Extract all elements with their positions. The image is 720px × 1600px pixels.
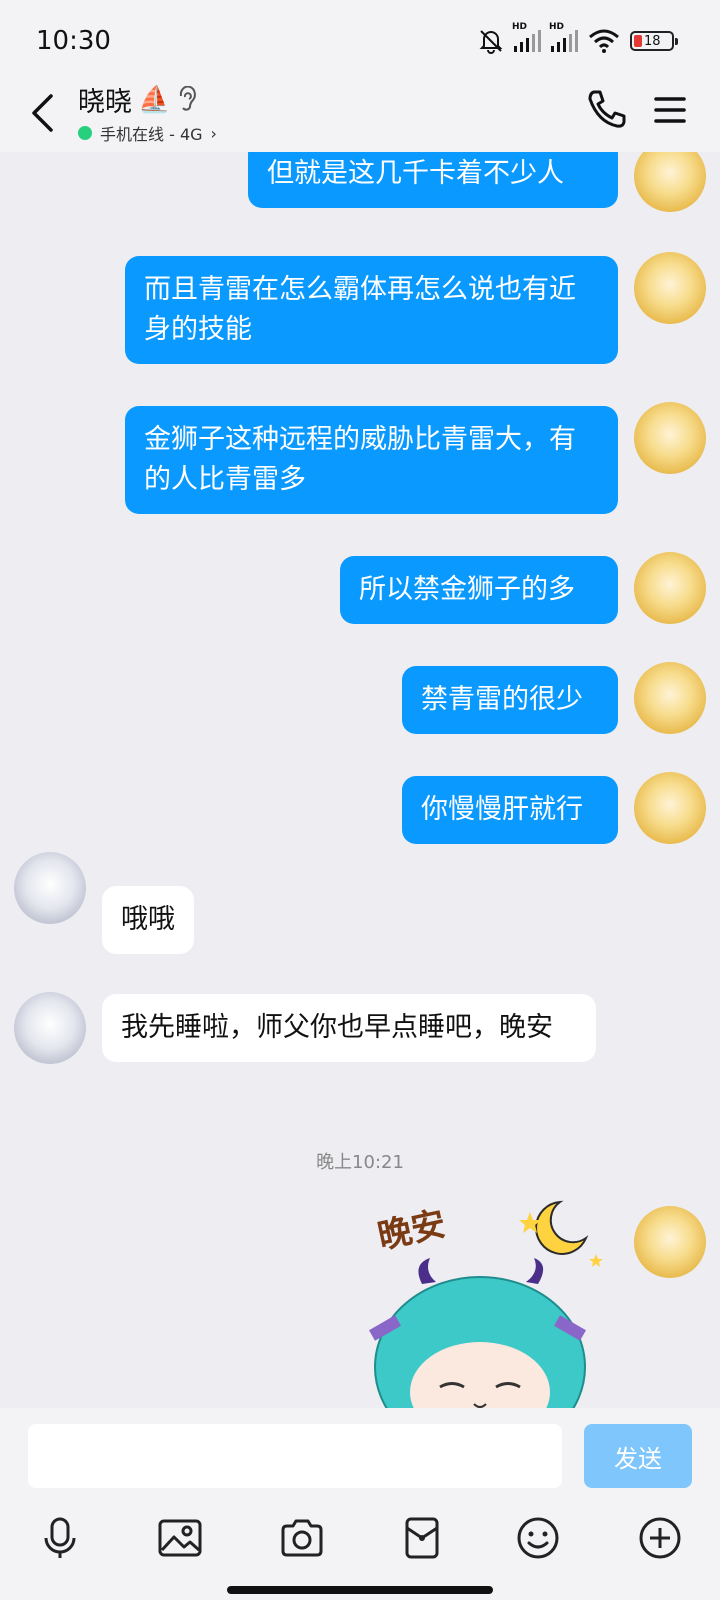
- online-status-dot: [78, 126, 92, 140]
- plus-circle-icon: [639, 1517, 681, 1559]
- message-bubble[interactable]: 你慢慢肝就行: [402, 776, 618, 844]
- emoji-button[interactable]: [510, 1510, 566, 1566]
- contact-avatar[interactable]: [14, 992, 86, 1064]
- online-status-text: 手机在线 - 4G: [100, 125, 203, 144]
- message-bubble[interactable]: 金狮子这种远程的威胁比青雷大，有的人比青雷多: [125, 406, 618, 514]
- battery-icon: 18: [630, 31, 678, 51]
- message-list[interactable]: 但就是这几千卡着不少人 而且青雷在怎么霸体再怎么说也有近身的技能 金狮子这种远程…: [0, 152, 720, 1408]
- back-button[interactable]: [22, 88, 62, 138]
- battery-level: 18: [644, 33, 661, 49]
- voice-call-button[interactable]: [584, 86, 630, 132]
- wifi-icon: [589, 29, 619, 53]
- contact-name: 晓晓: [78, 87, 132, 118]
- sticker-text: 晚安: [374, 1204, 449, 1257]
- message-bubble[interactable]: 禁青雷的很少: [402, 666, 618, 734]
- camera-icon: [281, 1519, 323, 1557]
- message-bubble[interactable]: 而且青雷在怎么霸体再怎么说也有近身的技能: [125, 256, 618, 364]
- self-avatar[interactable]: [634, 152, 706, 212]
- sticker-image-icon: 晚安: [369, 1200, 603, 1408]
- input-area: 发送: [0, 1408, 720, 1600]
- red-packet-icon: [405, 1517, 439, 1559]
- phone-icon: [588, 90, 626, 128]
- status-time: 10:30: [36, 26, 111, 56]
- self-avatar[interactable]: [634, 402, 706, 474]
- status-icons: HD HD 18: [478, 22, 678, 56]
- signal-2-icon: HD: [549, 22, 578, 52]
- message-input[interactable]: [28, 1424, 562, 1488]
- self-avatar[interactable]: [634, 252, 706, 324]
- self-avatar[interactable]: [634, 662, 706, 734]
- self-avatar[interactable]: [634, 772, 706, 844]
- home-indicator[interactable]: [227, 1586, 493, 1594]
- message-bubble[interactable]: 但就是这几千卡着不少人: [248, 152, 618, 208]
- message-bubble[interactable]: 我先睡啦，师父你也早点睡吧，晚安: [102, 994, 596, 1062]
- red-packet-button[interactable]: [394, 1510, 450, 1566]
- ear-icon: [180, 85, 197, 111]
- send-button[interactable]: 发送: [584, 1424, 692, 1488]
- sailboat-icon: ⛵: [138, 84, 171, 115]
- input-toolbar: [0, 1510, 720, 1570]
- hamburger-menu-icon: [654, 97, 686, 123]
- status-bar: 10:30 HD HD 18: [0, 0, 720, 80]
- signal-1-icon: HD: [512, 22, 541, 52]
- self-avatar[interactable]: [634, 552, 706, 624]
- mic-icon: [44, 1517, 76, 1558]
- emoji-icon: [517, 1517, 559, 1559]
- voice-input-button[interactable]: [32, 1510, 88, 1566]
- chat-screen: 10:30 HD HD 18 晓晓 ⛵ 手机在线 - 4G › 但就是这几千卡着…: [0, 0, 720, 1600]
- contact-avatar[interactable]: [14, 852, 86, 924]
- image-icon: [158, 1519, 202, 1557]
- message-bubble[interactable]: 哦哦: [102, 886, 194, 954]
- chevron-right-icon: ›: [210, 123, 217, 143]
- camera-button[interactable]: [274, 1510, 330, 1566]
- message-bubble[interactable]: 所以禁金狮子的多: [340, 556, 618, 624]
- message-timestamp: 晚上10:21: [316, 1152, 404, 1173]
- image-button[interactable]: [152, 1510, 208, 1566]
- chat-header: 晓晓 ⛵ 手机在线 - 4G ›: [0, 80, 720, 152]
- contact-info[interactable]: 晓晓 ⛵ 手机在线 - 4G ›: [78, 80, 217, 145]
- mute-bell-icon: [479, 30, 503, 54]
- more-button[interactable]: [632, 1510, 688, 1566]
- goodnight-sticker[interactable]: 晚安: [350, 1192, 620, 1408]
- self-avatar[interactable]: [634, 1206, 706, 1278]
- back-arrow-icon: [32, 94, 53, 132]
- menu-button[interactable]: [650, 90, 690, 130]
